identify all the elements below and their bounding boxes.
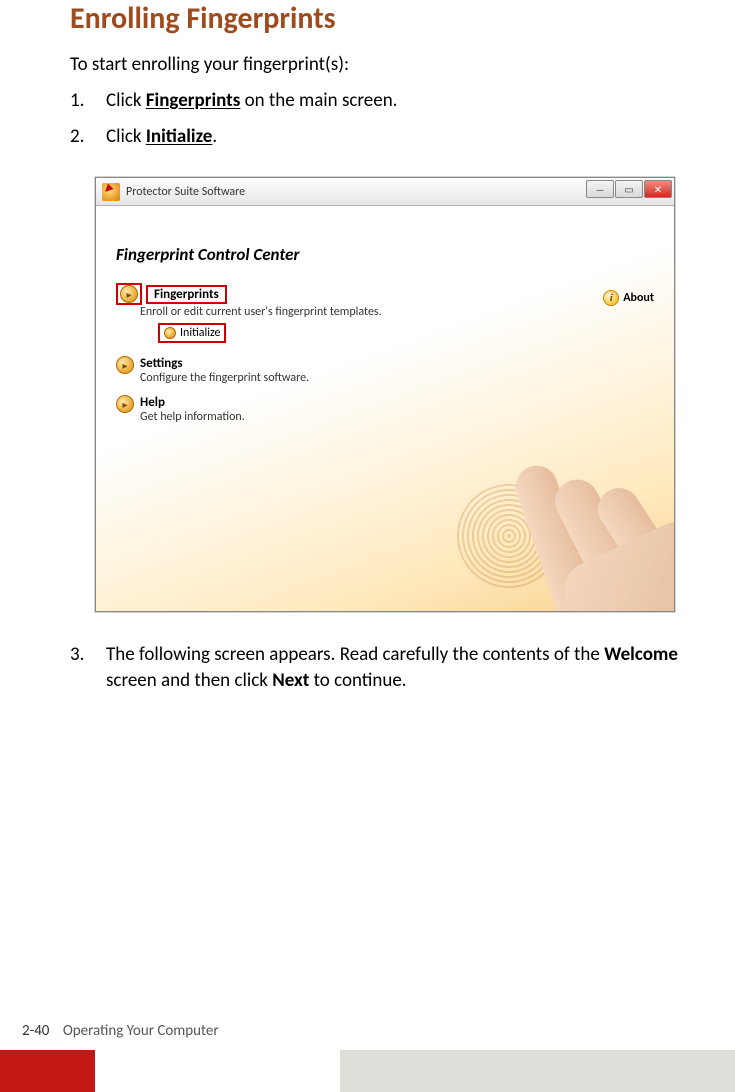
section-name: Operating Your Computer	[63, 1022, 219, 1040]
app-window: Protector Suite Software — ▭ ✕ Fingerpri…	[95, 177, 675, 612]
page-number: 2-40	[22, 1022, 49, 1040]
step-1: 1. Click Fingerprints on the main screen…	[70, 88, 700, 114]
info-icon: i	[603, 290, 619, 306]
step-number: 1.	[70, 88, 106, 114]
chevron-icon: ▸	[116, 356, 134, 374]
footer-bar-red	[0, 1050, 95, 1092]
chevron-icon: ▸	[116, 395, 134, 413]
bullet-icon	[164, 327, 176, 339]
app-heading: Fingerprint Control Center	[116, 244, 654, 265]
step-number: 3.	[70, 642, 106, 668]
app-icon	[102, 183, 120, 201]
help-menu-item[interactable]: ▸ Help Get help information.	[116, 395, 654, 424]
illustration	[414, 431, 674, 611]
title-bar: Protector Suite Software — ▭ ✕	[96, 178, 674, 206]
initialize-button[interactable]: Initialize	[158, 323, 226, 343]
settings-title: Settings	[140, 356, 309, 371]
help-desc: Get help information.	[140, 410, 245, 424]
about-link[interactable]: i About	[603, 290, 654, 306]
step-3: 3. The following screen appears. Read ca…	[70, 642, 700, 693]
page-title: Enrolling Fingerprints	[70, 0, 700, 37]
page-footer: 2-40 Operating Your Computer	[0, 1022, 735, 1092]
settings-menu-item[interactable]: ▸ Settings Configure the fingerprint sof…	[116, 356, 654, 385]
help-title: Help	[140, 395, 245, 410]
intro-text: To start enrolling your fingerprint(s):	[70, 53, 700, 76]
footer-bar-grey	[340, 1050, 735, 1092]
step-2: 2. Click Initialize.	[70, 124, 700, 150]
step-text: Click Fingerprints on the main screen.	[106, 88, 397, 114]
step-text: Click Initialize.	[106, 124, 217, 150]
minimize-button[interactable]: —	[586, 180, 614, 198]
fingerprints-desc: Enroll or edit current user's fingerprin…	[140, 305, 654, 319]
close-button[interactable]: ✕	[644, 180, 672, 198]
settings-desc: Configure the fingerprint software.	[140, 371, 309, 385]
step-text: The following screen appears. Read caref…	[106, 642, 700, 693]
fingerprints-title: Fingerprints	[146, 285, 227, 304]
chevron-icon: ▸	[120, 285, 138, 303]
step-number: 2.	[70, 124, 106, 150]
maximize-button[interactable]: ▭	[615, 180, 643, 198]
fingerprints-menu-item[interactable]: ▸ Fingerprints	[116, 283, 654, 305]
window-title: Protector Suite Software	[126, 185, 245, 199]
